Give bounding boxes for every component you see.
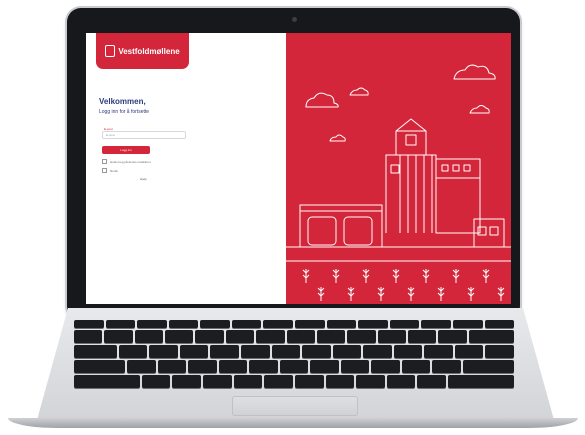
remember-label: Husk meg på denne maskinen (110, 159, 151, 164)
language-label: Norsk (110, 168, 118, 173)
remember-me[interactable]: Husk meg på denne maskinen (102, 159, 151, 164)
language-icon (102, 168, 107, 173)
welcome-heading: Velkommen, (99, 97, 146, 106)
keyboard (74, 320, 515, 390)
cloud-icon (349, 87, 369, 96)
email-field[interactable]: E-post (102, 131, 186, 139)
login-panel: Vestfoldmøllene Velkommen, Logg inn for … (86, 33, 286, 304)
function-key-row (74, 320, 515, 328)
number-key-row (74, 330, 515, 343)
cloud-icon (469, 105, 490, 114)
login-subtitle: Logg inn for å fortsette (99, 109, 150, 115)
webcam (292, 17, 297, 22)
laptop-screen: Vestfoldmøllene Velkommen, Logg inn for … (86, 33, 511, 304)
farm-illustration (286, 64, 511, 301)
home-row (74, 360, 515, 373)
bottom-letter-row (74, 375, 514, 388)
trackpad (232, 396, 358, 416)
brand-logo: Vestfoldmøllene (96, 33, 189, 69)
login-button[interactable]: Logg inn (102, 146, 150, 154)
language-select[interactable]: Norsk (102, 168, 118, 173)
brand-name: Vestfoldmøllene (118, 46, 180, 56)
illustration-panel (286, 33, 511, 304)
top-letter-row (74, 345, 514, 358)
laptop-base-edge (8, 418, 578, 428)
help-link[interactable]: Hjelp (140, 177, 147, 181)
logo-mark-icon (105, 45, 116, 57)
cloud-icon (305, 92, 339, 108)
cloud-icon (329, 134, 346, 142)
checkbox[interactable] (102, 159, 107, 164)
cloud-icon (453, 64, 496, 80)
